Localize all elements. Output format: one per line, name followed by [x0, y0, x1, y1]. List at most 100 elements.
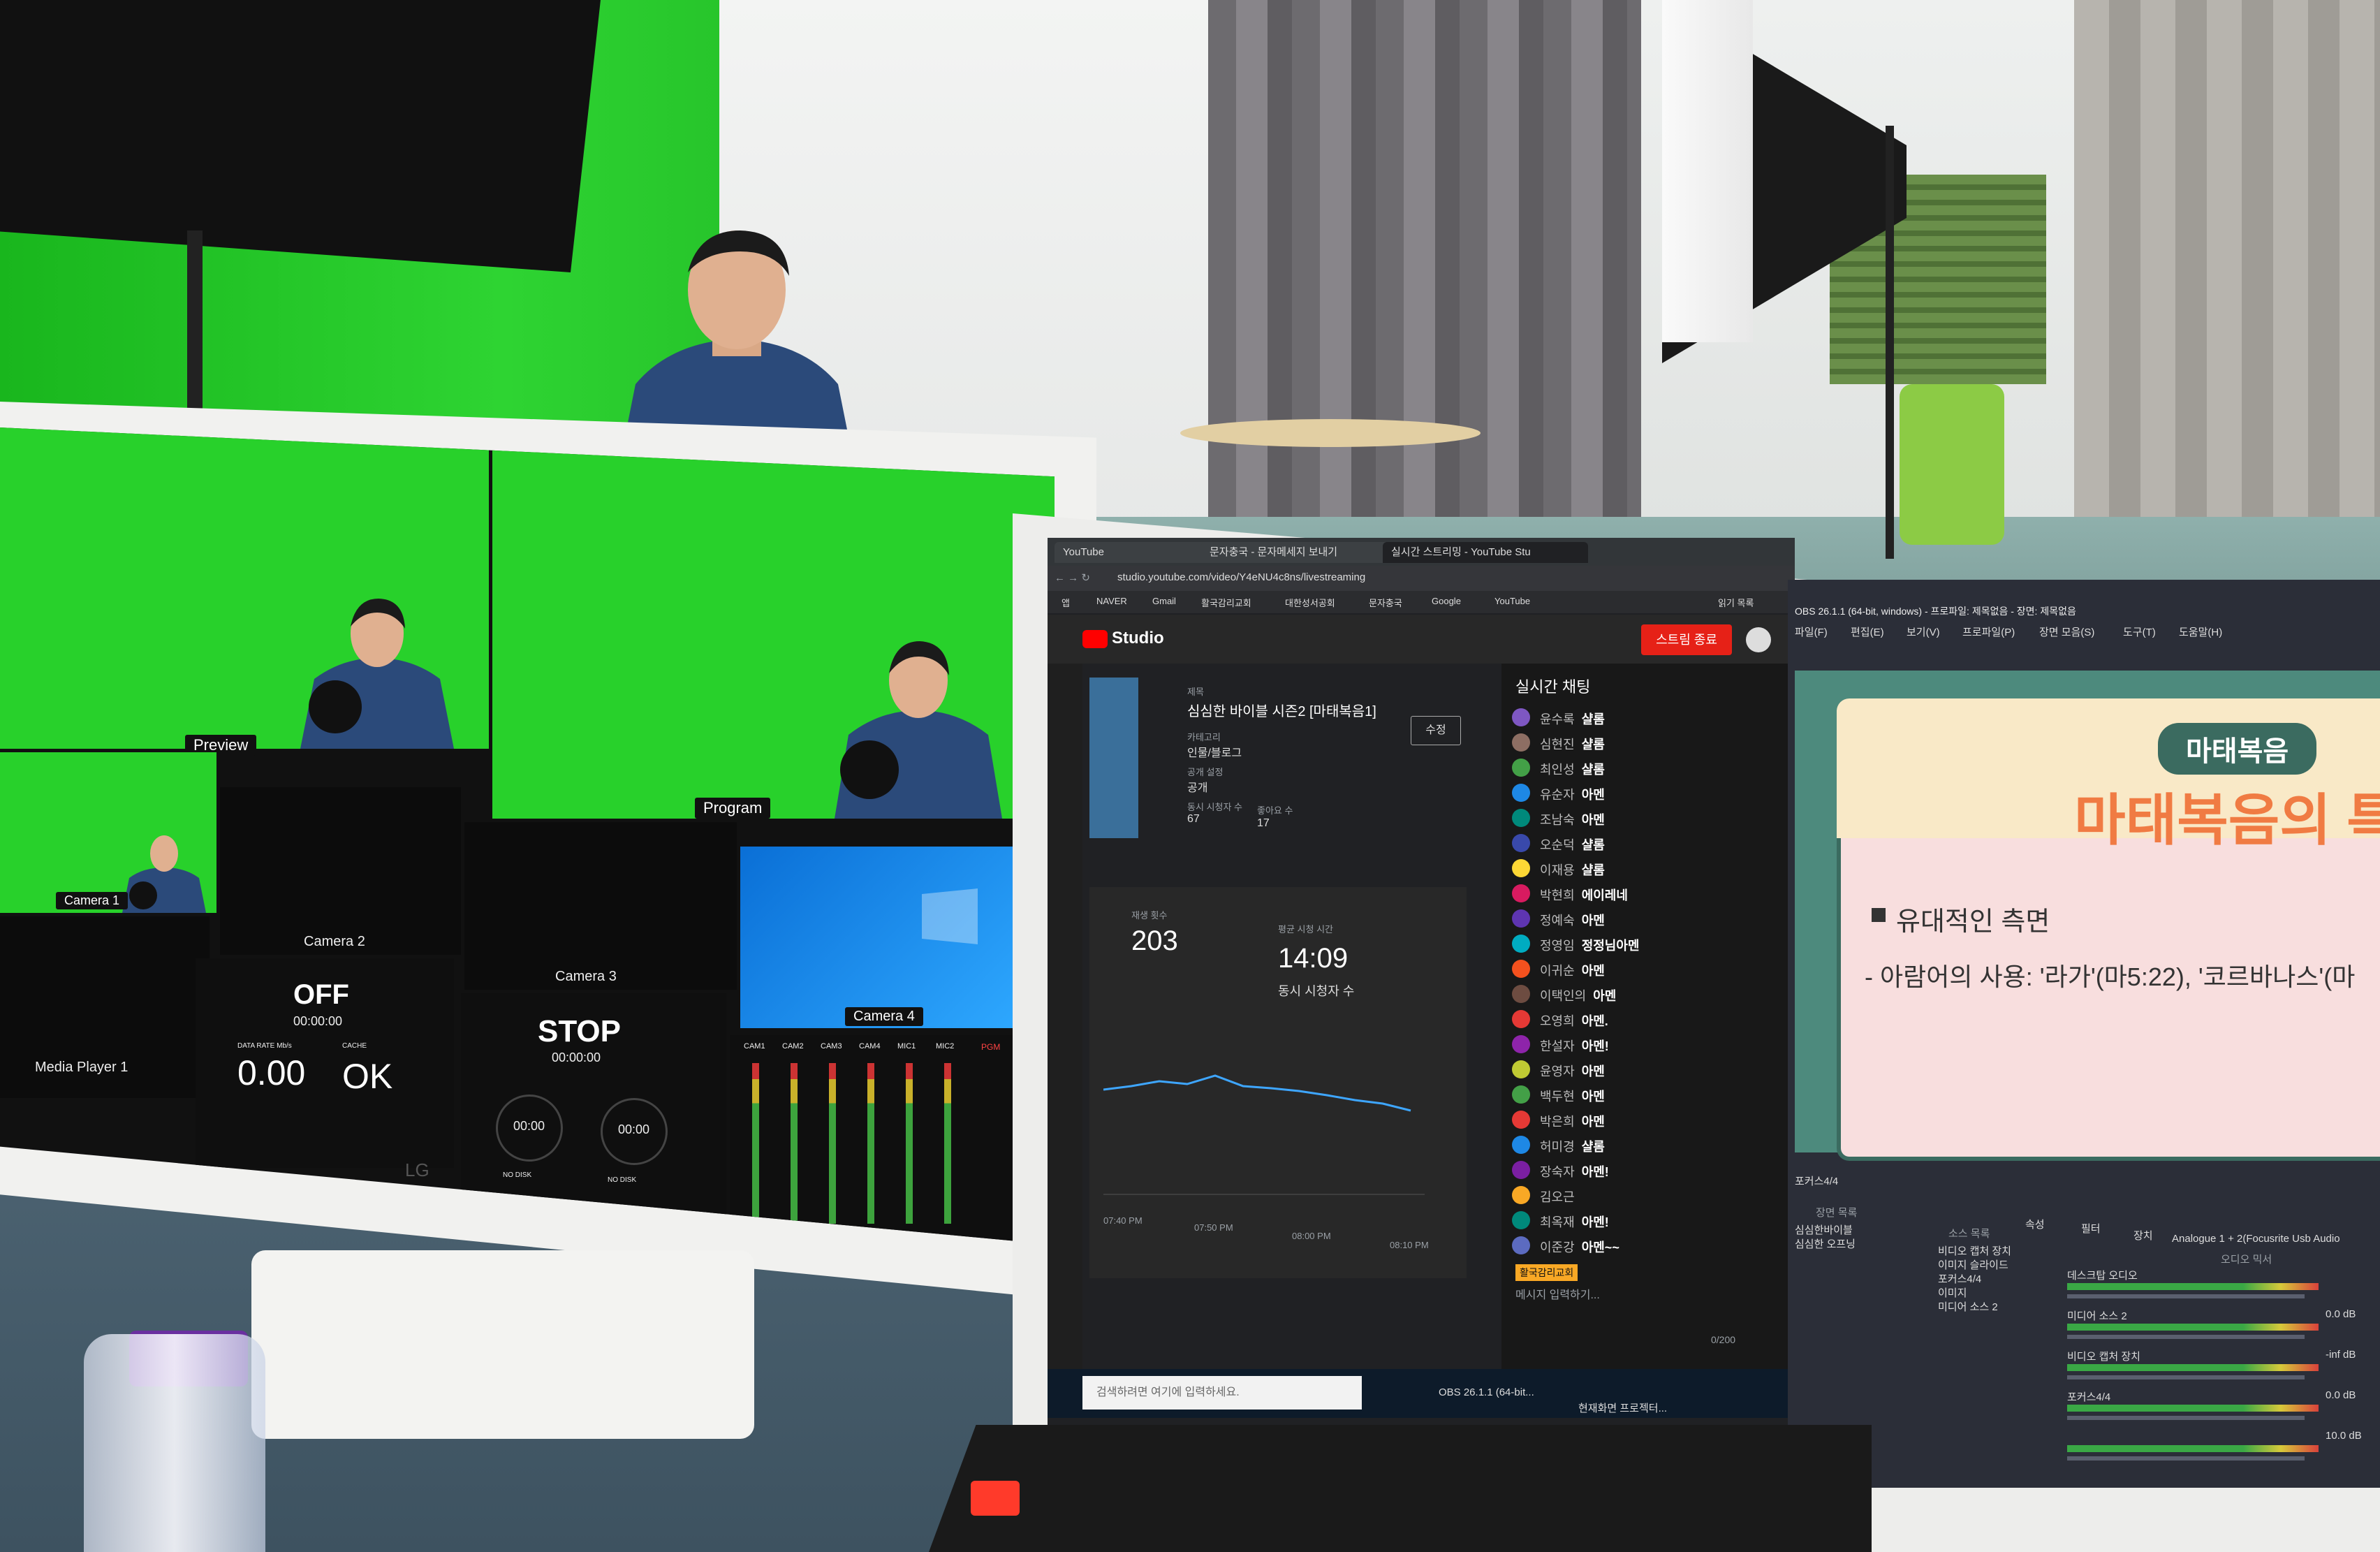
- scene-item-2[interactable]: 심심한 오프닝: [1795, 1236, 1856, 1251]
- chat-text: 아멘: [1593, 989, 1617, 1003]
- cache-label: CACHE: [342, 1042, 367, 1050]
- tab-youtube[interactable]: YouTube: [1055, 542, 1211, 563]
- chat-author: 허미경 샬롬: [1540, 1137, 1605, 1155]
- camera1-label: Camera 1: [56, 892, 128, 909]
- mixer-volume-slider[interactable]: [2067, 1335, 2305, 1339]
- disk2-time: 00:00: [618, 1122, 650, 1136]
- url-field[interactable]: studio.youtube.com/video/Y4eNU4c8ns/live…: [1117, 571, 1365, 583]
- menu-tools[interactable]: 도구(T): [2123, 624, 2156, 639]
- mixer-channel-level: 0.0 dB: [2326, 1389, 2356, 1401]
- chat-avatar-icon: [1512, 759, 1530, 777]
- chat-message: 장숙자 아멘!: [1512, 1158, 1784, 1183]
- stream-status: OFF: [293, 979, 349, 1010]
- chat-message: 윤영자 아멘: [1512, 1057, 1784, 1083]
- chat-author: 오순덕 샬롬: [1540, 835, 1605, 854]
- chat-author: 조남숙 아멘: [1540, 810, 1605, 828]
- studio-left-rail: [1048, 664, 1082, 1376]
- chat-text: 아멘~~: [1581, 1240, 1619, 1254]
- chat-author: 이귀순 아멘: [1540, 961, 1605, 979]
- chat-avatar-icon: [1512, 1161, 1530, 1179]
- chat-author: 박현희 에이레네: [1540, 886, 1628, 904]
- bookmark-sms[interactable]: 문자충국: [1369, 596, 1402, 609]
- tab-studio[interactable]: 실시간 스트리밍 - YouTube Stu: [1383, 542, 1588, 563]
- char-count: 0/200: [1711, 1334, 1736, 1345]
- menu-profile[interactable]: 프로파일(P): [1962, 624, 2015, 639]
- chat-input[interactable]: 메시지 입력하기...: [1515, 1285, 1600, 1302]
- bookmark-bible[interactable]: 대한성서공회: [1285, 596, 1335, 609]
- bullet-square-icon: [1872, 908, 1886, 922]
- chat-author: 최인성 샬롬: [1540, 760, 1605, 778]
- filters-button[interactable]: 필터: [2081, 1221, 2101, 1236]
- bookmark-gmail[interactable]: Gmail: [1152, 596, 1176, 606]
- chat-message: 이택인의 아멘: [1512, 982, 1784, 1007]
- chat-message: 이재용 샬롬: [1512, 856, 1784, 881]
- bookmark-apps[interactable]: 앱: [1062, 596, 1070, 609]
- chat-author: 김오근: [1540, 1187, 1582, 1206]
- mixer-channel: 10.0 dB: [2067, 1430, 2374, 1469]
- stream-time: 00:00:00: [293, 1014, 343, 1028]
- category-label: 카테고리: [1187, 732, 1221, 742]
- source-item-4[interactable]: 이미지: [1938, 1285, 1967, 1300]
- audio-meter: CAM1: [744, 1035, 779, 1245]
- mixer-volume-slider[interactable]: [2067, 1416, 2305, 1420]
- mixer-channel: 비디오 캡처 장치 -inf dB: [2067, 1349, 2374, 1388]
- mixer-volume-slider[interactable]: [2067, 1294, 2305, 1298]
- taskbar-obs[interactable]: OBS 26.1.1 (64-bit...: [1439, 1386, 1534, 1398]
- menu-view[interactable]: 보기(V): [1907, 624, 1940, 639]
- chat-avatar-icon: [1512, 1111, 1530, 1129]
- round-table: [1180, 419, 1481, 447]
- chat-text: 아멘: [1581, 1064, 1605, 1078]
- metric-select[interactable]: 동시 시청자 수: [1278, 981, 1354, 1000]
- bookmark-google[interactable]: Google: [1432, 596, 1461, 606]
- views-value: 203: [1131, 925, 1178, 956]
- reading-list[interactable]: 읽기 목록: [1718, 596, 1754, 609]
- menu-scene-collection[interactable]: 장면 모음(S): [2039, 624, 2094, 639]
- chat-text: 아멘: [1581, 914, 1605, 928]
- source-item-2[interactable]: 이미지 슬라이드: [1938, 1257, 2008, 1272]
- taskbar-projector[interactable]: 현재화면 프로젝터...: [1578, 1400, 1667, 1415]
- mixer-volume-slider[interactable]: [2067, 1456, 2305, 1461]
- source-item-5[interactable]: 미디어 소스 2: [1938, 1299, 1998, 1314]
- source-item-1[interactable]: 비디오 캡처 장치: [1938, 1243, 2011, 1258]
- chart-time-1: 07:50 PM: [1194, 1222, 1233, 1233]
- camera3-window: Camera 3: [464, 822, 737, 990]
- bookmark-youtube[interactable]: YouTube: [1494, 596, 1530, 606]
- tab-sms[interactable]: 문자충국 - 문자메세지 보내기: [1201, 542, 1393, 563]
- bookmark-church[interactable]: 활국감리교회: [1201, 596, 1251, 609]
- audio-meter-bar: [944, 1063, 951, 1224]
- chat-text: 샬롬: [1581, 738, 1605, 752]
- avg-watch-label: 평균 시청 시간: [1278, 924, 1333, 935]
- chat-author-name: 오순덕: [1540, 838, 1575, 852]
- sources-header: 소스 목록: [1948, 1228, 1990, 1240]
- chat-author-name: 윤수록: [1540, 712, 1575, 726]
- menu-file[interactable]: 파일(F): [1795, 624, 1828, 639]
- lg-logo: LG: [405, 1159, 429, 1180]
- menu-edit[interactable]: 편집(E): [1851, 624, 1884, 639]
- media-player-window: Media Player 1: [0, 916, 210, 1098]
- bookmark-naver[interactable]: NAVER: [1096, 596, 1127, 606]
- edit-button[interactable]: 수정: [1411, 716, 1461, 745]
- properties-button[interactable]: 속성: [2025, 1217, 2045, 1231]
- end-stream-button[interactable]: 스트림 종료: [1641, 624, 1732, 655]
- menu-help[interactable]: 도움말(H): [2179, 624, 2222, 639]
- taskbar-search[interactable]: 검색하려면 여기에 입력하세요.: [1082, 1376, 1362, 1410]
- views-label: 재생 횟수: [1131, 910, 1168, 921]
- chat-message: 박현희 에이레네: [1512, 881, 1784, 907]
- device-label: 장치: [2133, 1230, 2153, 1242]
- concurrent-label: 동시 시청자 수: [1187, 802, 1242, 812]
- red-key[interactable]: [971, 1481, 1020, 1516]
- stream-title: 심심한 바이블 시즌2 [마태복음1]: [1187, 704, 1376, 719]
- mixer-volume-slider[interactable]: [2067, 1375, 2305, 1379]
- audio-meter: MIC2: [936, 1035, 971, 1245]
- chat-author: 이준강 아멘~~: [1540, 1238, 1619, 1256]
- mixer-channel-level: -inf dB: [2326, 1349, 2356, 1361]
- avatar[interactable]: [1746, 627, 1771, 652]
- device-select[interactable]: Analogue 1 + 2(Focusrite Usb Audio: [2172, 1233, 2340, 1245]
- chat-avatar-icon: [1512, 909, 1530, 928]
- scene-item-1[interactable]: 심심한바이블: [1795, 1222, 1853, 1237]
- chat-author: 한설자 아멘!: [1540, 1037, 1609, 1055]
- source-item-3[interactable]: 포커스4/4: [1938, 1271, 1981, 1286]
- chat-author: 유순자 아멘: [1540, 785, 1605, 803]
- scenes-header: 장면 목록: [1816, 1207, 1858, 1219]
- back-icon[interactable]: ← → ↻: [1055, 571, 1090, 584]
